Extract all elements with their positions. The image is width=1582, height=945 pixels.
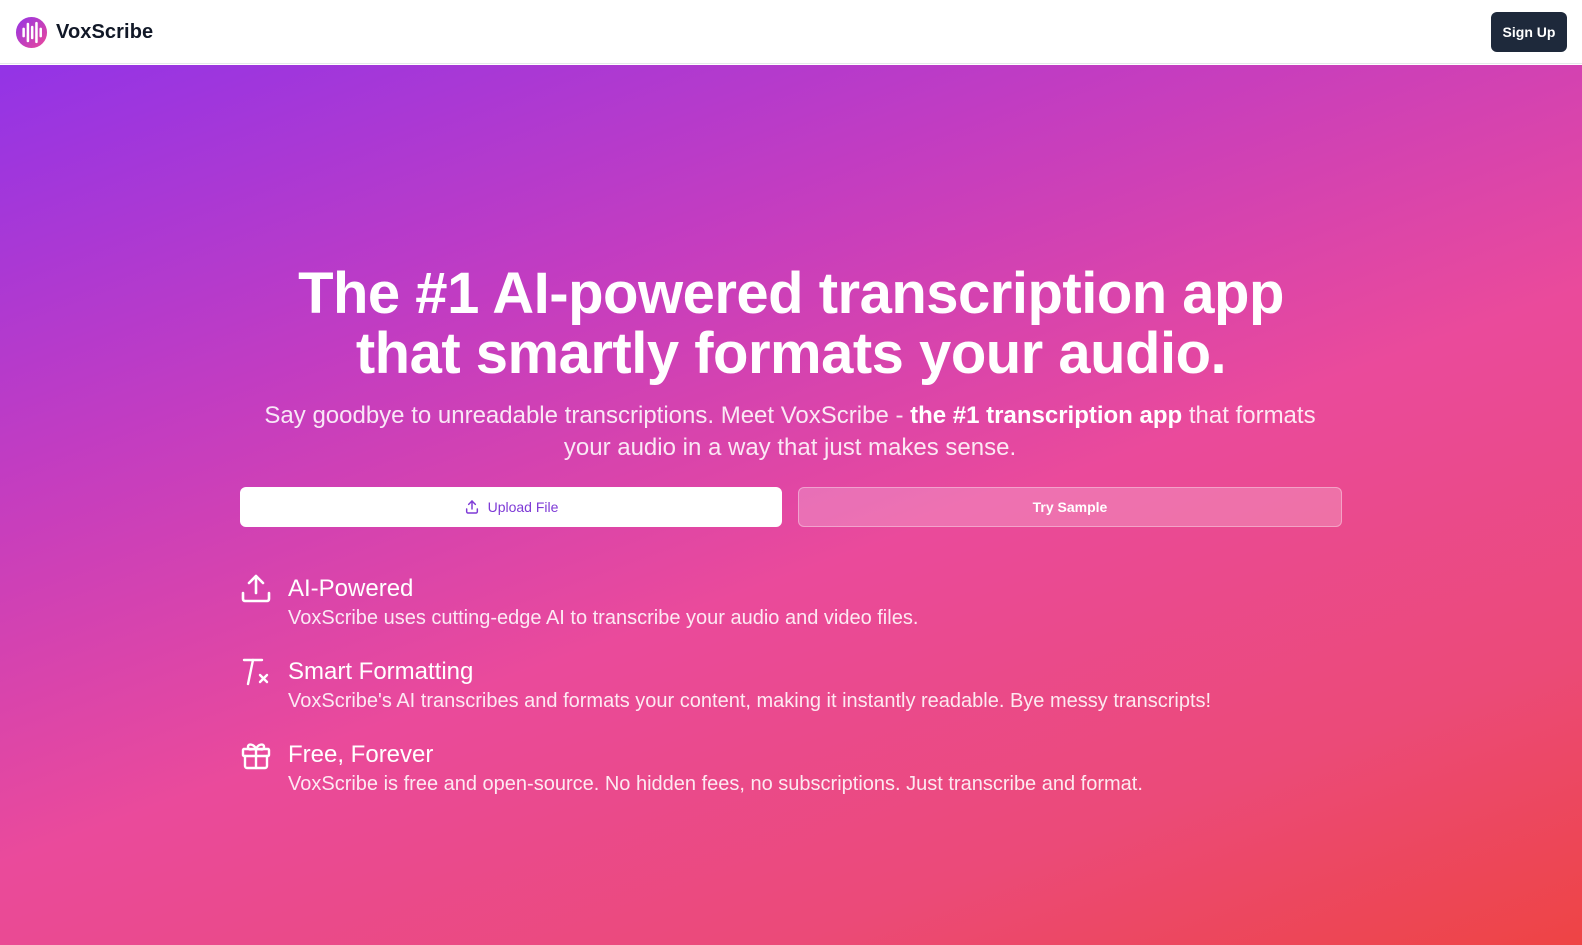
feature-title: Smart Formatting (288, 658, 474, 685)
feature-item: AI-Powered VoxScribe uses cutting-edge A… (240, 573, 1340, 637)
feature-description: VoxScribe uses cutting-edge AI to transc… (288, 607, 919, 629)
sign-up-button[interactable]: Sign Up (1491, 12, 1567, 52)
upload-icon (465, 500, 478, 514)
gift-icon (241, 743, 271, 770)
feature-description: VoxScribe's AI transcribes and formats y… (288, 690, 1212, 712)
headline-line-1: The #1 AI-powered transcription app (298, 261, 1284, 326)
feature-description: VoxScribe is free and open-source. No hi… (288, 773, 1143, 795)
upload-file-label: Upload File (487, 499, 559, 515)
navbar: VoxScribe Sign Up (0, 0, 1582, 64)
subtitle-part-1: Say goodbye to unreadable transcriptions… (264, 402, 911, 429)
feature-item: Free, Forever VoxScribe is free and open… (240, 739, 1340, 803)
hero-headline: The #1 AI-powered transcription app that… (0, 264, 1582, 384)
headline-line-2: that smartly formats your audio. (355, 321, 1227, 386)
remove-formatting-icon (242, 658, 269, 686)
hero-subtitle: Say goodbye to unreadable transcriptions… (240, 400, 1340, 464)
brand[interactable]: VoxScribe (15, 15, 153, 49)
feature-title: AI-Powered (288, 575, 414, 602)
hero-section: The #1 AI-powered transcription app that… (0, 65, 1582, 945)
feature-title: Free, Forever (288, 741, 434, 768)
logo-icon (15, 16, 48, 48)
upload-file-button[interactable]: Upload File (240, 487, 782, 527)
upload-icon (241, 574, 271, 603)
subtitle-highlight: the #1 transcription app (910, 402, 1183, 429)
brand-name: VoxScribe (56, 20, 154, 43)
try-sample-button[interactable]: Try Sample (798, 487, 1342, 527)
feature-item: Smart Formatting VoxScribe's AI transcri… (240, 656, 1340, 720)
